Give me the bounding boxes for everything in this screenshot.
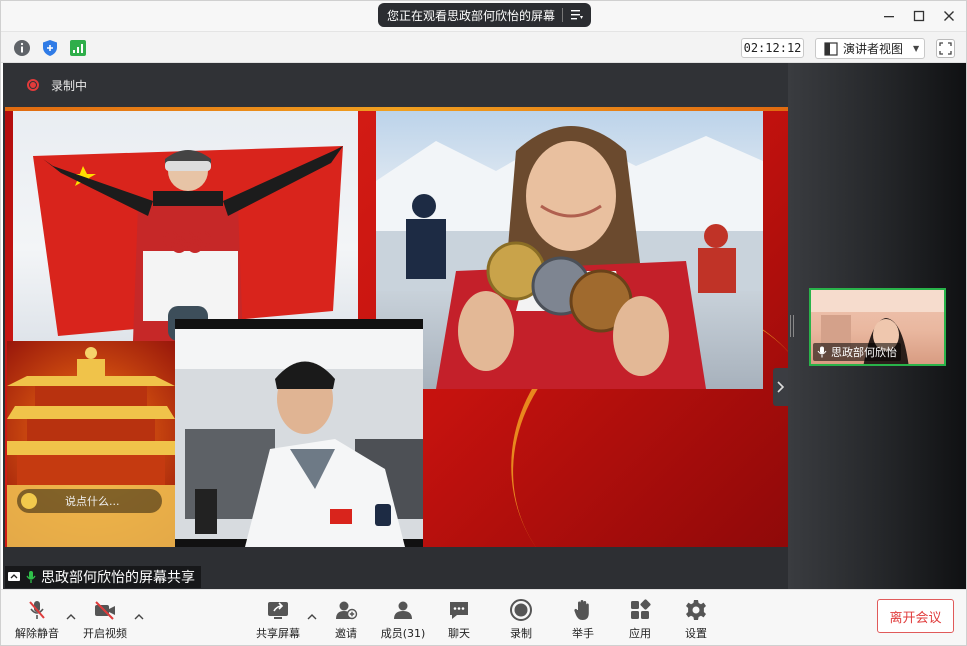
share-screen-label: 共享屏幕 bbox=[256, 627, 300, 640]
signal-strength-icon[interactable] bbox=[69, 39, 87, 57]
chevron-up-icon bbox=[134, 614, 144, 620]
temple-illustration bbox=[7, 347, 175, 547]
temple-photo bbox=[7, 341, 175, 547]
invite-label: 邀请 bbox=[335, 627, 357, 640]
athlete-flag-photo bbox=[13, 111, 358, 341]
viewing-banner[interactable]: 您正在观看思政部何欣怡的屏幕 bbox=[378, 3, 591, 27]
invite-button[interactable]: 邀请 bbox=[316, 598, 376, 641]
meeting-info-bar: 02:12:12 演讲者视图 ▼ bbox=[1, 31, 966, 63]
title-bar: 您正在观看思政部何欣怡的屏幕 bbox=[1, 1, 966, 31]
settings-button[interactable]: 设置 bbox=[666, 598, 726, 641]
close-icon bbox=[944, 11, 954, 21]
share-owner-label: 思政部何欣怡的屏幕共享 bbox=[41, 570, 195, 586]
interview-video-frame bbox=[175, 319, 423, 547]
panel-resize-handle[interactable] bbox=[790, 315, 794, 337]
microphone-muted-icon bbox=[29, 601, 45, 619]
participant-name-tag: 思政部何欣怡 bbox=[813, 343, 901, 361]
meeting-timer: 02:12:12 bbox=[741, 38, 804, 58]
chat-icon bbox=[450, 602, 468, 619]
maximize-icon bbox=[913, 10, 925, 22]
minimize-button[interactable] bbox=[880, 7, 898, 25]
meeting-window: 您正在观看思政部何欣怡的屏幕 02:12:12 演讲者视图 ▼ 录制中 说点什么… bbox=[0, 0, 967, 646]
apps-button[interactable]: 应用 bbox=[610, 598, 670, 641]
info-icon[interactable] bbox=[13, 39, 31, 57]
start-video-label: 开启视频 bbox=[83, 627, 127, 640]
athlete-flag-illustration bbox=[33, 146, 343, 341]
participant-name: 思政部何欣怡 bbox=[831, 346, 897, 359]
view-mode-label: 演讲者视图 bbox=[843, 42, 904, 56]
recording-bar: 录制中 bbox=[3, 63, 788, 107]
close-button[interactable] bbox=[940, 7, 958, 25]
raise-hand-label: 举手 bbox=[572, 627, 594, 640]
chat-button[interactable]: 聊天 bbox=[429, 598, 489, 641]
chat-placeholder: 说点什么... bbox=[65, 495, 120, 508]
recording-label: 录制中 bbox=[51, 79, 88, 93]
record-icon bbox=[510, 599, 532, 621]
medalist-illustration bbox=[376, 126, 763, 389]
chat-label: 聊天 bbox=[448, 627, 470, 640]
collapse-panel-button[interactable] bbox=[773, 368, 789, 406]
emoji-avatar-icon bbox=[21, 493, 37, 509]
members-button[interactable]: 成员(31) bbox=[373, 598, 433, 641]
record-label: 录制 bbox=[510, 627, 532, 640]
start-video-button[interactable]: 开启视频 bbox=[75, 598, 135, 641]
meeting-toolbar: 解除静音 开启视频 共享屏幕 邀请 成员(31) 聊天 录制 举手 应用 设置 … bbox=[1, 589, 966, 645]
share-screen-icon bbox=[268, 602, 288, 619]
members-icon bbox=[394, 601, 412, 619]
leave-meeting-button[interactable]: 离开会议 bbox=[877, 599, 954, 633]
shared-slide: 说点什么... bbox=[5, 107, 788, 547]
screen-share-label: 思政部何欣怡的屏幕共享 bbox=[5, 566, 201, 588]
raise-hand-button[interactable]: 举手 bbox=[553, 598, 613, 641]
record-button[interactable]: 录制 bbox=[491, 598, 551, 641]
members-label: 成员(31) bbox=[380, 627, 426, 640]
list-menu-icon[interactable] bbox=[571, 9, 583, 21]
raise-hand-icon bbox=[574, 600, 589, 620]
apps-label: 应用 bbox=[629, 627, 651, 640]
fullscreen-icon bbox=[939, 42, 952, 55]
maximize-button[interactable] bbox=[910, 7, 928, 25]
gear-icon bbox=[686, 600, 706, 620]
window-title: 您正在观看思政部何欣怡的屏幕 bbox=[387, 8, 556, 23]
recording-dot-icon bbox=[27, 79, 39, 91]
unmute-label: 解除静音 bbox=[15, 627, 59, 640]
screen-share-icon bbox=[8, 572, 20, 581]
view-mode-dropdown[interactable]: 演讲者视图 ▼ bbox=[815, 38, 925, 59]
video-options-caret[interactable] bbox=[133, 612, 145, 622]
unmute-button[interactable]: 解除静音 bbox=[7, 598, 67, 641]
shared-screen-area: 录制中 说点什么... 思政部何欣怡的屏幕共享 bbox=[3, 63, 789, 589]
camera-off-icon bbox=[95, 601, 115, 620]
share-screen-button[interactable]: 共享屏幕 bbox=[248, 598, 308, 641]
microphone-icon bbox=[817, 346, 827, 358]
fullscreen-button[interactable] bbox=[936, 39, 955, 58]
minimize-icon bbox=[884, 16, 894, 18]
chevron-down-icon: ▼ bbox=[913, 44, 920, 53]
chat-input-overlay[interactable]: 说点什么... bbox=[17, 489, 162, 513]
speaker-view-icon bbox=[824, 41, 838, 56]
microphone-icon bbox=[26, 571, 36, 583]
participant-video-tile[interactable]: 思政部何欣怡 bbox=[809, 288, 946, 366]
add-user-icon bbox=[336, 601, 358, 620]
settings-label: 设置 bbox=[685, 627, 707, 640]
apps-grid-icon bbox=[631, 599, 651, 619]
chevron-right-icon bbox=[777, 381, 785, 393]
interview-illustration bbox=[175, 329, 423, 547]
medalist-photo bbox=[376, 111, 763, 389]
shield-icon[interactable] bbox=[41, 39, 59, 57]
